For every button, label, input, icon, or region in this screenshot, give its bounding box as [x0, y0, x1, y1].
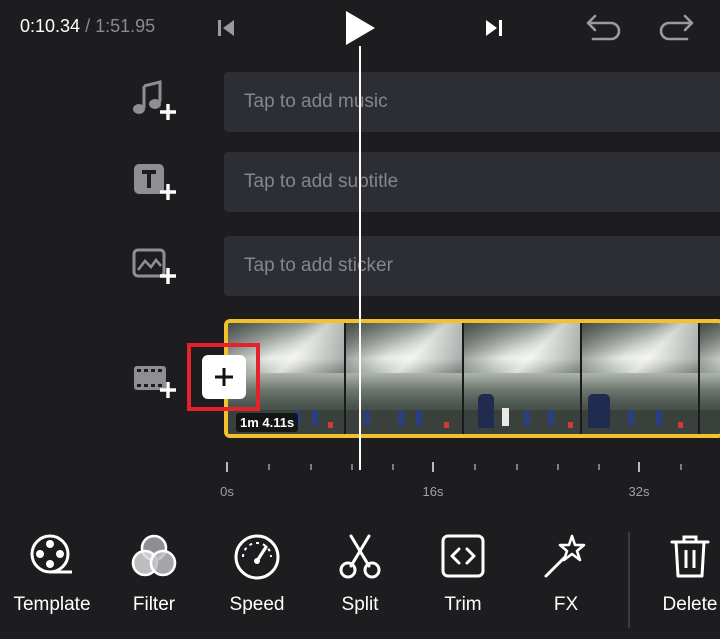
skip-to-start-icon	[218, 20, 234, 36]
scissors-icon	[339, 534, 381, 579]
trim-label: Trim	[444, 594, 482, 615]
clip-frame-2	[346, 323, 464, 434]
skip-to-end-icon	[486, 20, 502, 36]
ruler-tick	[680, 464, 682, 470]
video-clip[interactable]: 1m 4.11s	[224, 319, 720, 438]
redo-icon	[659, 14, 694, 41]
subtitle-track-placeholder: Tap to add subtitle	[244, 171, 399, 192]
speed-label: Speed	[229, 594, 285, 615]
trim-button[interactable]: Trim	[411, 528, 515, 628]
filter-button[interactable]: Filter	[102, 528, 206, 628]
speed-button[interactable]: Speed	[205, 528, 309, 628]
fx-button[interactable]: FX	[514, 528, 618, 628]
clip-frame-3	[464, 323, 582, 434]
ruler-label-32s: 32s	[628, 484, 650, 499]
music-track[interactable]: Tap to add music	[224, 72, 720, 132]
sticker-track-placeholder: Tap to add sticker	[244, 255, 393, 276]
fx-label: FX	[553, 594, 579, 615]
add-text-icon	[134, 164, 176, 200]
add-sticker-button[interactable]	[128, 244, 180, 288]
undo-button[interactable]	[584, 8, 624, 48]
total-time: 1:51.95	[95, 16, 156, 36]
ruler-tick	[557, 464, 559, 470]
redo-button[interactable]	[656, 8, 696, 48]
time-display: 0:10.34 / 1:51.95	[20, 16, 155, 37]
ruler-tick	[392, 464, 394, 470]
skip-to-end-button[interactable]	[474, 8, 514, 48]
toolbar-divider	[628, 532, 630, 628]
ruler-tick	[310, 464, 312, 470]
ruler-tick	[638, 462, 640, 472]
filter-circles-icon	[131, 534, 177, 577]
subtitle-track[interactable]: Tap to add subtitle	[224, 152, 720, 212]
add-subtitle-button[interactable]	[128, 160, 180, 204]
ruler-tick	[351, 464, 353, 470]
ruler-label-16s: 16s	[422, 484, 444, 499]
add-clip-button[interactable]	[202, 355, 246, 399]
trash-icon	[670, 535, 710, 578]
edit-toolbar: Template Filter Speed Split Trim FX Dele…	[0, 528, 720, 639]
template-button[interactable]: Template	[0, 528, 104, 628]
music-track-placeholder: Tap to add music	[244, 91, 388, 112]
film-reel-icon	[30, 534, 72, 574]
ruler-tick	[516, 464, 518, 470]
ruler-tick	[474, 464, 476, 470]
template-label: Template	[13, 594, 91, 615]
add-music-icon	[133, 80, 176, 120]
play-icon	[346, 11, 375, 45]
split-label: Split	[341, 594, 379, 615]
clip-duration-badge: 1m 4.11s	[236, 413, 299, 432]
plus-icon	[215, 368, 233, 386]
delete-label: Delete	[662, 594, 718, 615]
play-button[interactable]	[340, 8, 380, 48]
clip-frame-4	[582, 323, 700, 434]
time-separator: /	[80, 16, 96, 36]
add-sticker-icon	[132, 248, 176, 284]
undo-icon	[586, 14, 621, 41]
speedometer-icon	[234, 534, 280, 580]
add-video-track-icon	[134, 366, 176, 398]
skip-to-start-button[interactable]	[206, 8, 246, 48]
ruler-label-0s: 0s	[220, 484, 234, 499]
magic-wand-icon	[544, 534, 586, 578]
playhead[interactable]	[359, 46, 361, 470]
ruler-tick	[268, 464, 270, 470]
ruler-tick	[598, 464, 600, 470]
filter-label: Filter	[132, 594, 176, 615]
ruler-tick	[432, 462, 434, 472]
delete-button[interactable]: Delete	[638, 528, 720, 628]
current-time: 0:10.34	[20, 16, 81, 36]
ruler-tick	[226, 462, 228, 472]
add-music-button[interactable]	[128, 80, 180, 124]
sticker-track[interactable]: Tap to add sticker	[224, 236, 720, 296]
video-track-icon-button[interactable]	[128, 358, 180, 402]
split-button[interactable]: Split	[308, 528, 412, 628]
clip-frame-5	[700, 323, 720, 434]
trim-icon	[441, 534, 485, 578]
